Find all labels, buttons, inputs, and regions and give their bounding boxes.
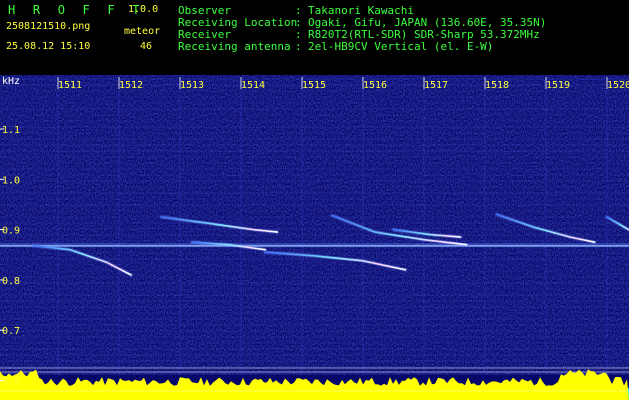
x-tick-label: 1518 <box>485 80 509 91</box>
y-tick-label: 0.6 <box>2 377 20 388</box>
y-tick-label: 1.1 <box>2 125 20 136</box>
x-tick-label: 1519 <box>546 80 570 91</box>
value-antenna: 2el-HB9CV Vertical (el. E-W) <box>308 40 494 53</box>
meteor-count: 46 <box>140 41 153 52</box>
value-location: Ogaki, Gifu, JAPAN (136.60E, 35.35N) <box>308 16 547 29</box>
sep-location: : <box>295 16 302 29</box>
label-antenna: Receiving antenna <box>178 40 291 53</box>
spectrogram-noise <box>0 75 629 375</box>
value-receiver: R820T2(RTL-SDR) SDR-Sharp 53.372MHz <box>308 28 540 41</box>
x-tick-label: 1513 <box>180 80 204 91</box>
carrier-line <box>0 243 629 247</box>
datetime: 25.08.12 15:10 <box>6 41 91 52</box>
label-receiver: Receiver <box>178 28 231 41</box>
app-name: H R O F F T <box>8 3 145 17</box>
label-observer: Observer <box>178 4 231 17</box>
x-tick-label: 1514 <box>241 80 265 91</box>
header: H R O F F T 1.0.0 2508121510.png meteor … <box>0 0 629 75</box>
x-tick-label: 1511 <box>58 80 82 91</box>
y-tick-label: 0.7 <box>2 326 20 337</box>
x-tick-label: 1520 <box>607 80 629 91</box>
label-location: Receiving Location <box>178 16 298 29</box>
sep-observer: : <box>295 4 302 17</box>
x-tick-label: 1512 <box>119 80 143 91</box>
meteor-label: meteor <box>124 26 161 37</box>
sep-receiver: : <box>295 28 302 41</box>
y-axis-unit: kHz <box>2 76 20 87</box>
y-tick-label: 1.0 <box>2 175 20 186</box>
y-tick-label: 0.9 <box>2 226 20 237</box>
x-tick-label: 1517 <box>424 80 448 91</box>
y-tick-label: 0.8 <box>2 276 20 287</box>
filename: 2508121510.png <box>6 21 91 32</box>
value-observer: Takanori Kawachi <box>308 4 414 17</box>
x-tick-label: 1515 <box>302 80 326 91</box>
x-tick-label: 1516 <box>363 80 387 91</box>
sep-antenna: : <box>295 40 302 53</box>
app-version: 1.0.0 <box>128 4 159 15</box>
spectrogram: kHz 1511 1512 1513 1514 1515 1516 1517 1518 1519 1… <box>0 75 629 400</box>
